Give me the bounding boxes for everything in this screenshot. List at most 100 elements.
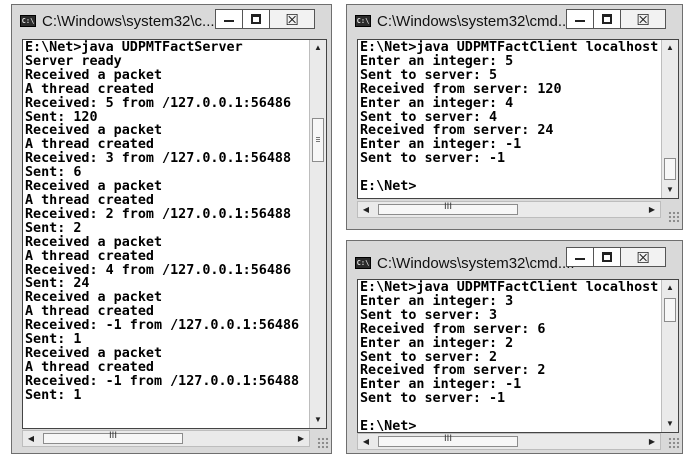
client-console-window-1: C:\ C:\Windows\system32\cmd.... ☒ E:\Net… (346, 4, 683, 230)
console-line: Received a packet (25, 234, 163, 250)
scroll-left-arrow-icon[interactable]: ◀ (358, 202, 374, 217)
scroll-thumb[interactable] (664, 298, 676, 322)
console-line: Server ready (25, 53, 122, 69)
scroll-up-arrow-icon[interactable]: ▲ (662, 40, 678, 56)
window-title: C:\Windows\system32\cmd.... (377, 13, 575, 30)
scroll-up-arrow-icon[interactable]: ▲ (662, 280, 678, 296)
vertical-scrollbar[interactable]: ▲ ▼ (309, 40, 326, 428)
console-line: Received from server: 6 (360, 321, 546, 337)
console-line: E:\Net> (360, 419, 417, 433)
console-line: E:\Net> (360, 179, 417, 195)
console-line: A thread created (25, 359, 154, 375)
console-line: A thread created (25, 248, 154, 264)
console-icon: C:\ (355, 257, 371, 269)
vertical-scrollbar[interactable]: ▲ ▼ (661, 280, 678, 432)
close-icon: ☒ (285, 11, 299, 29)
grip-icon (316, 137, 320, 143)
console-line: Received a packet (25, 179, 163, 195)
thumb-grip-label: III (444, 202, 452, 212)
close-button[interactable]: ☒ (269, 9, 315, 29)
console-line: Enter an integer: 5 (360, 53, 514, 69)
horizontal-scroll-thumb[interactable]: III (378, 202, 518, 215)
console-icon: C:\ (355, 15, 371, 27)
console-line: Enter an integer: -1 (360, 377, 522, 393)
close-icon: ☒ (636, 11, 650, 29)
scroll-up-arrow-icon[interactable]: ▲ (310, 40, 326, 56)
scroll-right-arrow-icon[interactable]: ▶ (644, 202, 660, 217)
horizontal-scroll-thumb[interactable]: III (378, 434, 518, 447)
horizontal-scrollbar[interactable]: ◀ III ▶ (357, 433, 661, 450)
maximize-button[interactable] (593, 247, 621, 267)
horizontal-scrollbar[interactable]: ◀ III ▶ (357, 201, 661, 218)
console-line: Sent: 1 (25, 387, 82, 403)
horizontal-scroll-thumb[interactable]: III (43, 431, 183, 444)
console-line: Sent to server: 5 (360, 67, 498, 83)
resize-grip-icon[interactable] (668, 437, 680, 449)
thumb-grip-label: III (109, 431, 117, 441)
console-line: A thread created (25, 192, 154, 208)
scroll-down-arrow-icon[interactable]: ▼ (662, 416, 678, 432)
scroll-right-arrow-icon[interactable]: ▶ (644, 434, 660, 449)
scroll-left-arrow-icon[interactable]: ◀ (358, 434, 374, 449)
console-line: A thread created (25, 81, 154, 97)
maximize-button[interactable] (242, 9, 270, 29)
close-icon: ☒ (636, 249, 650, 267)
client-console-window-2: C:\ C:\Windows\system32\cmd.... ☒ E:\Net… (346, 240, 683, 454)
resize-grip-icon[interactable] (317, 437, 329, 449)
minimize-button[interactable] (566, 9, 594, 29)
maximize-button[interactable] (593, 9, 621, 29)
console-line: Received: 2 from /127.0.0.1:56488 (25, 206, 292, 222)
console-output[interactable]: E:\Net>java UDPMTFactClient localhost Ent… (357, 279, 679, 433)
close-button[interactable]: ☒ (620, 247, 666, 267)
console-line: E:\Net>java UDPMTFactClient localhost (360, 40, 659, 55)
console-line: Enter an integer: -1 (360, 137, 522, 153)
horizontal-scrollbar[interactable]: ◀ III ▶ (22, 430, 310, 447)
console-line: Received a packet (25, 123, 163, 139)
output-lines: E:\Net>java UDPMTFactServer Server ready R… (25, 41, 299, 403)
console-output[interactable]: E:\Net>java UDPMTFactServer Server ready R… (22, 39, 327, 429)
window-title: C:\Windows\system32\cmd.... (377, 255, 575, 272)
close-button[interactable]: ☒ (620, 9, 666, 29)
scroll-right-arrow-icon[interactable]: ▶ (293, 431, 309, 446)
console-line: Received from server: 120 (360, 81, 562, 97)
console-line: Received: 3 from /127.0.0.1:56488 (25, 151, 292, 167)
console-line: Sent: 1 (25, 332, 82, 348)
thumb-grip-label: III (444, 434, 452, 444)
output-lines: E:\Net>java UDPMTFactClient localhost Ent… (360, 41, 658, 194)
title-bar[interactable]: C:\ C:\Windows\system32\cmd.... ☒ (347, 241, 682, 275)
console-line: Enter an integer: 4 (360, 95, 514, 111)
console-line: Received: -1 from /127.0.0.1:56488 (25, 373, 300, 389)
scroll-thumb[interactable] (312, 118, 324, 162)
console-line: Sent to server: 3 (360, 307, 498, 323)
console-line: Received: 5 from /127.0.0.1:56486 (25, 95, 292, 111)
console-line: E:\Net>java UDPMTFactServer (25, 40, 243, 55)
console-icon: C:\ (20, 15, 36, 27)
scroll-down-arrow-icon[interactable]: ▼ (310, 412, 326, 428)
title-bar[interactable]: C:\ C:\Windows\system32\c... ☒ (12, 5, 331, 39)
console-line: Enter an integer: 3 (360, 293, 514, 309)
output-lines: E:\Net>java UDPMTFactClient localhost Ent… (360, 280, 659, 433)
minimize-button[interactable] (566, 247, 594, 267)
console-line: Received: -1 from /127.0.0.1:56486 (25, 318, 300, 334)
window-title: C:\Windows\system32\c... (42, 13, 215, 30)
console-line: Sent to server: -1 (360, 391, 506, 407)
console-line: Sent to server: -1 (360, 151, 506, 167)
scroll-left-arrow-icon[interactable]: ◀ (23, 431, 39, 446)
scroll-down-arrow-icon[interactable]: ▼ (662, 182, 678, 198)
vertical-scrollbar[interactable]: ▲ ▼ (661, 40, 678, 198)
console-line: Received a packet (25, 345, 163, 361)
title-bar[interactable]: C:\ C:\Windows\system32\cmd.... ☒ (347, 5, 682, 39)
console-line: Sent: 2 (25, 220, 82, 236)
console-line: Enter an integer: 2 (360, 335, 514, 351)
resize-grip-icon[interactable] (668, 211, 680, 223)
console-line: Sent: 6 (25, 165, 82, 181)
minimize-button[interactable] (215, 9, 243, 29)
scroll-thumb[interactable] (664, 158, 676, 180)
console-line: Received a packet (25, 290, 163, 306)
console-line: Received a packet (25, 67, 163, 83)
console-output[interactable]: E:\Net>java UDPMTFactClient localhost Ent… (357, 39, 679, 199)
console-line: E:\Net>java UDPMTFactClient localhost (360, 280, 659, 295)
console-line: Received: 4 from /127.0.0.1:56486 (25, 262, 292, 278)
